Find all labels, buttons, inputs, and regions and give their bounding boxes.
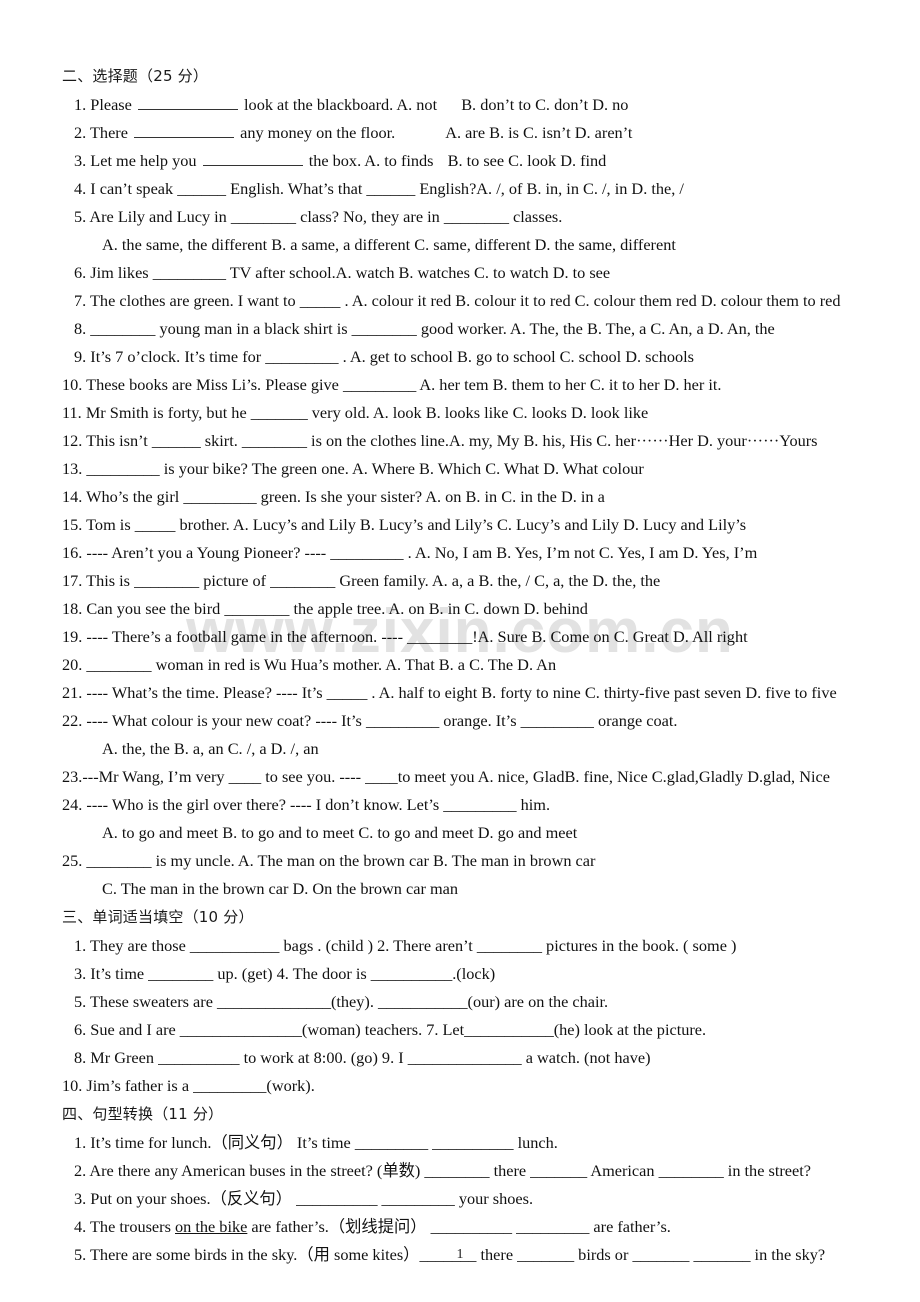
question-1-mid: look at the blackboard. A. not [244, 95, 438, 114]
question-16: 16. ---- Aren’t you a Young Pioneer? ---… [62, 543, 758, 562]
question-3-mid: the box. A. to finds [308, 151, 434, 170]
question-11: 11. Mr Smith is forty, but he _______ ve… [62, 403, 649, 422]
question-24: 24. ---- Who is the girl over there? ---… [62, 795, 551, 814]
transform-item-4: 4. The trousers on the bike are father’s… [62, 1213, 868, 1241]
question-1-text: 1. Please [74, 95, 132, 114]
question-22-options: A. the, the B. a, an C. /, a D. /, an [102, 739, 319, 758]
question-2-blank[interactable] [134, 122, 235, 138]
page-number: 1 [456, 1247, 464, 1262]
question-5-options: A. the same, the different B. a same, a … [102, 235, 676, 254]
transform-item-1: 1. It’s time for lunch.（同义句） It’s time _… [74, 1133, 558, 1152]
transform-item-4-underlined: on the bike [175, 1217, 248, 1236]
question-1-options: B. don’t to C. don’t D. no [461, 95, 629, 114]
question-7: 7. The clothes are green. I want to ____… [74, 291, 841, 310]
question-19: 19. ---- There’s a football game in the … [62, 627, 748, 646]
question-3: 3. Let me help you the box. A. to finds … [62, 147, 868, 175]
question-3-options: B. to see C. look D. find [447, 151, 607, 170]
question-3-blank[interactable] [202, 150, 303, 166]
question-2-text: 2. There [74, 123, 128, 142]
question-3-text: 3. Let me help you [74, 151, 197, 170]
question-25: 25. ________ is my uncle. A. The man on … [62, 851, 596, 870]
section-heading-multiple-choice: 二、选择题（25 分） [62, 67, 209, 85]
question-5: 5. Are Lily and Lucy in ________ class? … [74, 207, 563, 226]
question-8: 8. ________ young man in a black shirt i… [74, 319, 775, 338]
question-2-mid: any money on the floor. [240, 123, 396, 142]
question-12: 12. This isn’t ______ skirt. ________ is… [62, 431, 818, 450]
transform-item-4-pre: 4. The trousers [74, 1217, 175, 1236]
question-14: 14. Who’s the girl _________ green. Is s… [62, 487, 605, 506]
fill-item-3: 3. It’s time ________ up. (get) 4. The d… [74, 964, 496, 983]
question-17: 17. This is ________ picture of ________… [62, 571, 661, 590]
question-1-blank[interactable] [137, 94, 238, 110]
question-25-options: C. The man in the brown car D. On the br… [102, 879, 458, 898]
question-21: 21. ---- What’s the time. Please? ---- I… [62, 683, 837, 702]
fill-item-1: 1. They are those ___________ bags . (ch… [74, 936, 737, 955]
transform-item-4-post: are father’s.（划线提问） __________ _________… [247, 1217, 671, 1236]
question-24-options: A. to go and meet B. to go and to meet C… [102, 823, 578, 842]
question-4: 4. I can’t speak ______ English. What’s … [74, 179, 684, 198]
question-10: 10. These books are Miss Li’s. Please gi… [62, 375, 722, 394]
fill-item-6: 6. Sue and I are _______________(woman) … [74, 1020, 707, 1039]
question-18: 18. Can you see the bird ________ the ap… [62, 599, 588, 618]
fill-item-8: 8. Mr Green __________ to work at 8:00. … [74, 1048, 651, 1067]
question-23: 23.---Mr Wang, I’m very ____ to see you.… [62, 767, 830, 786]
fill-item-10: 10. Jim’s father is a _________(work). [62, 1076, 315, 1095]
transform-item-3: 3. Put on your shoes.（反义句） __________ __… [74, 1189, 534, 1208]
transform-item-2: 2. Are there any American buses in the s… [74, 1161, 811, 1180]
fill-item-5: 5. These sweaters are ______________(the… [74, 992, 609, 1011]
question-15: 15. Tom is _____ brother. A. Lucy’s and … [62, 515, 747, 534]
page-content: 二、选择题（25 分） 1. Please look at the blackb… [0, 0, 920, 1269]
question-9: 9. It’s 7 o’clock. It’s time for _______… [74, 347, 694, 366]
question-6: 6. Jim likes _________ TV after school.A… [74, 263, 611, 282]
question-20: 20. ________ woman in red is Wu Hua’s mo… [62, 655, 557, 674]
question-13: 13. _________ is your bike? The green on… [62, 459, 644, 478]
exam-paper-page: www.zixin.com.cn 二、选择题（25 分） 1. Please l… [0, 0, 920, 1302]
question-2: 2. There any money on the floor. A. are … [62, 119, 868, 147]
section-heading-word-fill: 三、单词适当填空（10 分） [62, 908, 254, 926]
question-22: 22. ---- What colour is your new coat? -… [62, 711, 678, 730]
section-heading-sentence-transform: 四、句型转换（11 分） [62, 1105, 224, 1123]
question-2-options: A. are B. is C. isn’t D. aren’t [445, 123, 633, 142]
question-1: 1. Please look at the blackboard. A. not… [62, 91, 868, 119]
